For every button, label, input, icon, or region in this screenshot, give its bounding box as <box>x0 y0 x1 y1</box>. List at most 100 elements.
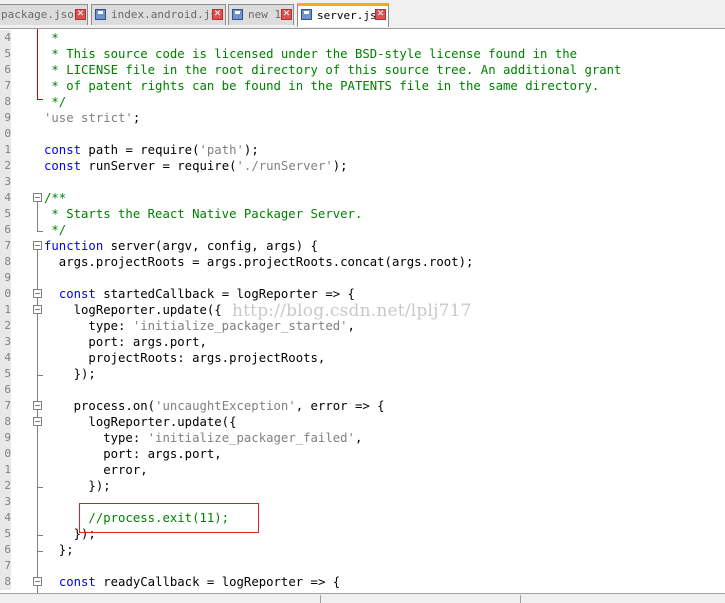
code-line[interactable]: 9 <box>0 270 725 286</box>
code-token: */ <box>44 223 67 237</box>
code-text: }); <box>44 478 110 494</box>
code-text: * <box>44 30 58 46</box>
tab-server-js[interactable]: server.js ✕ <box>297 3 389 27</box>
line-number: 8 <box>0 254 11 270</box>
code-line[interactable]: 6 }; <box>0 542 725 558</box>
fold-toggle-icon[interactable] <box>33 401 42 410</box>
code-token: readyCallback = logReporter => { <box>95 575 341 589</box>
fold-toggle-icon[interactable] <box>33 577 42 586</box>
code-token: */ <box>44 95 67 109</box>
code-token: 'initialize_packager_failed' <box>147 431 355 445</box>
code-token: type: <box>44 319 133 333</box>
code-token: ); <box>243 143 259 157</box>
code-line[interactable]: 2 const runServer = require('./runServer'… <box>0 158 725 174</box>
code-line[interactable]: 7 <box>0 558 725 574</box>
line-number: 2 <box>0 158 11 174</box>
close-icon[interactable]: ✕ <box>75 9 86 20</box>
code-line[interactable]: 1 const path = require('path'); <box>0 142 725 158</box>
code-line[interactable]: 2 }); <box>0 478 725 494</box>
code-text: port: args.port, <box>44 334 206 350</box>
code-text: }); <box>44 366 96 382</box>
code-token: 'initialize_packager_started' <box>132 319 348 333</box>
code-text: */ <box>44 222 66 238</box>
code-line[interactable]: 1 error, <box>0 462 725 478</box>
file-icon <box>301 9 312 20</box>
line-number: 3 <box>0 494 11 510</box>
watermark: http://blog.csdn.net/lplj717 <box>232 301 472 321</box>
file-icon <box>232 9 243 20</box>
code-text: const runServer = require('./runServer')… <box>44 158 348 174</box>
code-line[interactable]: 3 <box>0 174 725 190</box>
code-line[interactable]: 3 port: args.port, <box>0 334 725 350</box>
code-line[interactable]: 7 function server(argv, config, args) { <box>0 238 725 254</box>
line-number: 7 <box>0 398 11 414</box>
line-number: 4 <box>0 30 11 46</box>
code-line[interactable]: 5 * This source code is licensed under t… <box>0 46 725 62</box>
tab-package-json[interactable]: package.json ✕ <box>0 4 88 25</box>
code-text: projectRoots: args.projectRoots, <box>44 350 325 366</box>
code-line[interactable]: 0 port: args.port, <box>0 446 725 462</box>
code-line[interactable]: 5 }); <box>0 366 725 382</box>
code-line[interactable]: 4 projectRoots: args.projectRoots, <box>0 350 725 366</box>
code-token: ); <box>332 159 348 173</box>
code-text: process.on('uncaughtException', error =>… <box>44 398 385 414</box>
code-token: const <box>44 143 82 157</box>
code-token: ; <box>132 111 141 125</box>
tab-label: new 1 <box>248 8 282 21</box>
code-line[interactable]: 6 <box>0 382 725 398</box>
line-number: 7 <box>0 238 11 254</box>
code-line[interactable]: 0 const startedCallback = logReporter =>… <box>0 286 725 302</box>
code-token: port: args.port, <box>44 447 222 461</box>
tab-label: index.android.js <box>111 8 217 21</box>
code-text: * LICENSE file in the root directory of … <box>44 62 621 78</box>
code-line[interactable]: 6 */ <box>0 222 725 238</box>
code-text: error, <box>44 462 147 478</box>
code-token: path = require( <box>81 143 200 157</box>
close-icon[interactable]: ✕ <box>281 9 292 20</box>
code-token: }; <box>44 543 74 557</box>
code-line[interactable]: 7 process.on('uncaughtException', error … <box>0 398 725 414</box>
code-text: logReporter.update({ <box>44 414 236 430</box>
code-token: runServer = require( <box>81 159 237 173</box>
code-line[interactable]: 4 /** <box>0 190 725 206</box>
fold-toggle-icon[interactable] <box>33 241 42 250</box>
tab-index-android-js[interactable]: index.android.js ✕ <box>91 4 226 25</box>
fold-toggle-icon[interactable] <box>33 289 42 298</box>
line-number: 6 <box>0 542 11 558</box>
line-number: 0 <box>0 446 11 462</box>
code-token: 'uncaughtException' <box>155 399 296 413</box>
tab-new-1[interactable]: new 1 ✕ <box>228 4 294 25</box>
code-line[interactable]: 9 type: 'initialize_packager_failed', <box>0 430 725 446</box>
code-text: type: 'initialize_packager_failed', <box>44 430 362 446</box>
line-number: 1 <box>0 302 11 318</box>
code-line[interactable]: 0 <box>0 126 725 142</box>
highlight-box <box>79 503 259 533</box>
fold-toggle-icon[interactable] <box>33 417 42 426</box>
close-icon[interactable]: ✕ <box>375 9 386 20</box>
code-token: * LICENSE file in the root directory of … <box>44 63 622 77</box>
code-token: projectRoots: args.projectRoots, <box>44 351 326 365</box>
code-line[interactable]: 8 logReporter.update({ <box>0 414 725 430</box>
code-token: startedCallback = logReporter => { <box>95 287 355 301</box>
code-token: * This source code is licensed under the… <box>44 47 578 61</box>
code-line[interactable]: 4 * <box>0 30 725 46</box>
fold-margin <box>30 29 44 593</box>
code-line[interactable]: 9 'use strict'; <box>0 110 725 126</box>
code-line[interactable]: 8 args.projectRoots = args.projectRoots.… <box>0 254 725 270</box>
code-line[interactable]: 8 const readyCallback = logReporter => { <box>0 574 725 590</box>
code-token: , error => { <box>295 399 385 413</box>
fold-toggle-icon[interactable] <box>33 305 42 314</box>
fold-toggle-icon[interactable] <box>33 193 42 202</box>
code-line[interactable]: 7 * of patent rights can be found in the… <box>0 78 725 94</box>
close-icon[interactable]: ✕ <box>212 9 223 20</box>
code-line[interactable]: 6 * LICENSE file in the root directory o… <box>0 62 725 78</box>
line-number: 4 <box>0 510 11 526</box>
code-token: type: <box>44 431 148 445</box>
code-line[interactable]: 8 */ <box>0 94 725 110</box>
code-line[interactable]: 5 * Starts the React Native Packager Ser… <box>0 206 725 222</box>
line-number: 5 <box>0 526 11 542</box>
code-text: }; <box>44 542 74 558</box>
code-token: args.projectRoots = args.projectRoots.co… <box>44 255 474 269</box>
